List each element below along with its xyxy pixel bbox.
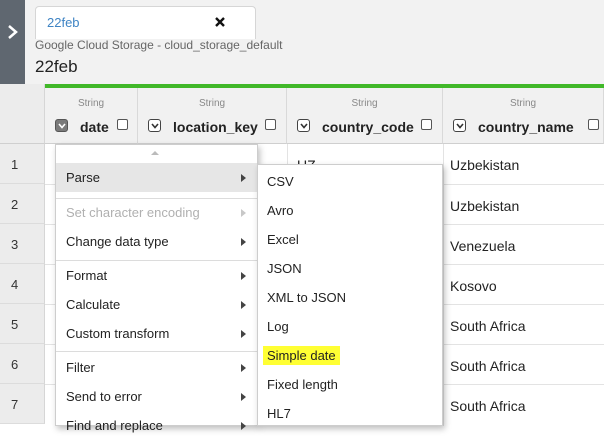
menu-item-change-data-type[interactable]: Change data type: [56, 227, 257, 256]
submenu-arrow-icon: [241, 209, 246, 217]
menu-item-send-to-error[interactable]: Send to error: [56, 382, 257, 411]
table-cell-country-name[interactable]: South Africa: [450, 398, 526, 414]
menu-item-format[interactable]: Format: [56, 261, 257, 290]
submenu-arrow-icon: [241, 174, 246, 182]
column-select-checkbox[interactable]: [421, 119, 432, 130]
parse-submenu: CSV Avro Excel JSON XML to JSON Log Simp…: [257, 164, 443, 426]
row-number[interactable]: 1: [0, 144, 45, 184]
menu-item-calculate[interactable]: Calculate: [56, 290, 257, 319]
column-menu-button[interactable]: [453, 119, 466, 132]
close-icon[interactable]: [214, 16, 226, 28]
dataset-header: 22feb Google Cloud Storage - cloud_stora…: [25, 0, 604, 84]
column-type-label: String: [351, 98, 378, 109]
column-menu-button[interactable]: [55, 119, 68, 132]
submenu-arrow-icon: [241, 330, 246, 338]
menu-item-parse[interactable]: Parse: [56, 163, 257, 192]
submenu-arrow-icon: [241, 301, 246, 309]
chevron-down-icon: [151, 123, 159, 129]
column-name: date: [80, 119, 109, 135]
menu-item-custom-transform[interactable]: Custom transform: [56, 319, 257, 348]
column-name: country_code: [322, 119, 414, 135]
table-cell-country-name[interactable]: Uzbekistan: [450, 198, 519, 214]
column-select-checkbox[interactable]: [265, 119, 276, 130]
table-cell-country-name[interactable]: Uzbekistan: [450, 157, 519, 173]
table-cell-country-name[interactable]: South Africa: [450, 318, 526, 334]
menu-separator: [56, 351, 257, 352]
sidebar-expand-toggle[interactable]: [0, 0, 25, 84]
menu-item-set-character-encoding: Set character encoding: [56, 198, 257, 227]
column-menu-button[interactable]: [297, 119, 310, 132]
column-type-label: String: [509, 98, 537, 109]
row-number[interactable]: 7: [0, 384, 45, 424]
chevron-right-icon: [8, 25, 18, 39]
submenu-arrow-icon: [241, 272, 246, 280]
table-cell-country-name[interactable]: Venezuela: [450, 238, 515, 254]
row-number[interactable]: 5: [0, 304, 45, 344]
menu-item-filter[interactable]: Filter: [56, 353, 257, 382]
chevron-down-icon: [456, 123, 464, 129]
submenu-item-log[interactable]: Log: [258, 310, 442, 339]
tab-label: 22feb: [47, 15, 80, 30]
submenu-item-fixed-length[interactable]: Fixed length: [258, 368, 442, 397]
column-type-label: String: [77, 98, 105, 109]
column-select-checkbox[interactable]: [588, 119, 599, 130]
page-title: 22feb: [35, 57, 78, 76]
submenu-item-csv[interactable]: CSV: [258, 165, 442, 194]
submenu-item-hl7[interactable]: HL7: [258, 397, 442, 426]
submenu-arrow-icon: [241, 393, 246, 401]
column-context-menu: Parse Set character encoding Change data…: [55, 144, 258, 433]
submenu-arrow-icon: [241, 364, 246, 372]
column-menu-button[interactable]: [148, 119, 161, 132]
column-select-checkbox[interactable]: [117, 119, 128, 130]
row-number[interactable]: 4: [0, 264, 45, 304]
column-name: location_key: [173, 119, 258, 135]
row-number[interactable]: 3: [0, 224, 45, 264]
submenu-arrow-icon: [241, 238, 246, 246]
submenu-item-excel[interactable]: Excel: [258, 223, 442, 252]
submenu-item-avro[interactable]: Avro: [258, 194, 442, 223]
row-number[interactable]: 2: [0, 184, 45, 224]
menu-grip-icon: [151, 151, 159, 155]
chevron-down-icon: [58, 123, 66, 129]
column-header-country-name[interactable]: String country_name: [443, 88, 604, 144]
data-source-subtitle: Google Cloud Storage - cloud_storage_def…: [35, 38, 283, 52]
table-cell-country-name[interactable]: Kosovo: [450, 278, 497, 294]
column-header-date[interactable]: String date: [45, 88, 138, 144]
column-header-location-key[interactable]: String location_key: [138, 88, 287, 144]
submenu-item-json[interactable]: JSON: [258, 252, 442, 281]
column-header-country-code[interactable]: String country_code: [287, 88, 443, 144]
submenu-item-simple-date[interactable]: Simple date: [258, 339, 442, 368]
table-cell-country-name[interactable]: South Africa: [450, 358, 526, 374]
column-type-label: String: [198, 98, 226, 109]
tab-dataset[interactable]: 22feb: [35, 6, 256, 39]
row-number-header: [0, 84, 45, 144]
submenu-arrow-icon: [241, 422, 246, 430]
chevron-down-icon: [300, 123, 308, 129]
column-name: country_name: [478, 119, 574, 135]
submenu-item-xml-to-json[interactable]: XML to JSON: [258, 281, 442, 310]
row-number[interactable]: 6: [0, 344, 45, 384]
